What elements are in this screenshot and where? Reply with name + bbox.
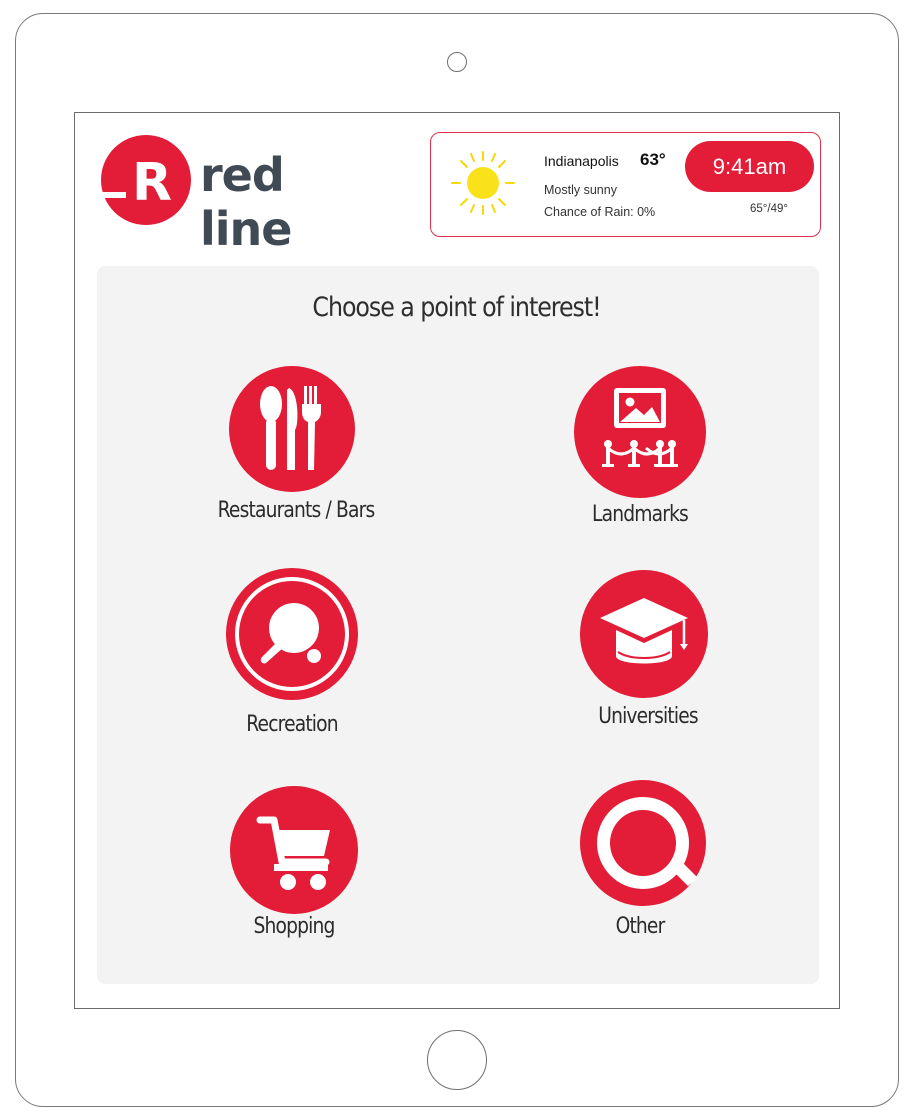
logo-mark-icon: R	[100, 135, 191, 225]
sun-icon	[451, 151, 515, 215]
weather-rain-chance: Chance of Rain: 0%	[544, 205, 656, 219]
logo-mark-letter: R	[132, 153, 172, 213]
weather-temperature: 63°	[640, 150, 666, 169]
poi-label: Landmarks	[592, 502, 689, 527]
poi-shopping[interactable]: Shopping	[164, 786, 424, 956]
poi-label: Shopping	[253, 914, 335, 939]
brand-name: red line	[200, 148, 292, 256]
home-button[interactable]	[427, 1030, 487, 1090]
poi-label: Restaurants / Bars	[217, 498, 376, 523]
gallery-icon	[574, 366, 706, 498]
time-display: 9:41am	[685, 141, 814, 192]
poi-label: Recreation	[246, 712, 338, 737]
shopping-cart-icon	[230, 786, 358, 914]
logo: R red line	[100, 134, 390, 256]
weather-city: Indianapolis	[544, 153, 619, 169]
weather-high-low: 65°/49°	[750, 203, 788, 215]
poi-restaurants-bars[interactable]: Restaurants / Bars	[166, 366, 426, 536]
weather-condition: Mostly sunny	[544, 183, 617, 197]
poi-label: Universities	[598, 704, 698, 729]
poi-label: Other	[615, 914, 666, 939]
weather-widget: Indianapolis 63° Mostly sunny Chance of …	[430, 132, 821, 237]
search-icon	[580, 780, 706, 906]
camera-icon	[447, 52, 467, 72]
poi-recreation[interactable]: Recreation	[162, 568, 422, 748]
page-title: Choose a point of interest!	[312, 292, 601, 323]
poi-other[interactable]: Other	[510, 780, 770, 956]
poi-universities[interactable]: Universities	[514, 570, 774, 740]
utensils-icon	[229, 366, 355, 492]
poi-landmarks[interactable]: Landmarks	[510, 366, 770, 536]
ping-pong-icon	[226, 568, 358, 700]
graduation-cap-icon	[580, 570, 708, 698]
